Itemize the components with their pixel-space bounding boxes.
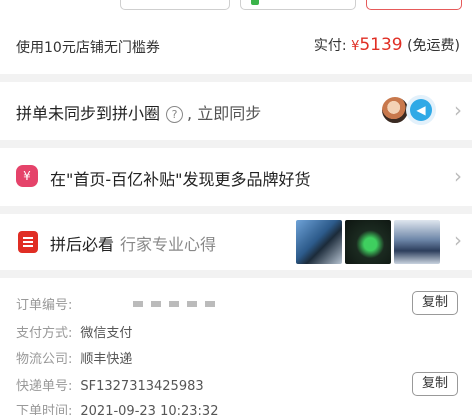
logistics-label: 物流公司: [16,352,73,367]
group-sync-text: 拼单未同步到拼小圈?, 立即同步 [16,100,261,124]
coupon-text: 使用10元店铺无门槛券 [16,40,160,56]
top-button-middle[interactable] [240,0,356,10]
paid-amount: 实付: ¥5139 (免运费) [314,35,460,55]
wechat-icon [251,0,259,5]
paid-value: 5139 [359,35,403,55]
sync-now-link[interactable]: , 立即同步 [187,104,261,123]
order-detail-page: 使用10元店铺无门槛券 实付: ¥5139 (免运费) 拼单未同步到拼小圈?, … [0,0,472,415]
logistics-value: 顺丰快递 [80,352,133,367]
chevron-right-icon: › [454,228,462,252]
chevron-right-icon: › [454,98,462,122]
payment-label: 支付方式: [16,326,73,341]
tracking-row: 快递单号: SF1327313425983 [16,375,204,394]
reviews-text: 拼后必看 行家专业心得 [50,231,216,255]
time-value: 2021-09-23 10:23:32 [80,404,219,415]
order-time-row: 下单时间: 2021-09-23 10:23:32 [16,400,218,415]
subsidy-promo-row[interactable]: ¥ 在"首页-百亿补贴"发现更多品牌好货 › [0,148,472,206]
chevron-right-icon: › [454,164,462,188]
order-number-row: 订单编号: [16,294,223,313]
time-label: 下单时间: [16,404,73,415]
promo-text: 在"首页-百亿补贴"发现更多品牌好货 [50,170,311,189]
paid-label: 实付: [313,38,347,54]
tracking-value: SF1327313425983 [80,379,204,394]
share-arrow-icon[interactable]: ◀ [406,95,436,125]
copy-order-number-button[interactable]: 复制 [412,291,458,315]
copy-tracking-button[interactable]: 复制 [412,372,458,396]
order-number-label: 订单编号: [16,298,73,313]
logistics-row: 物流公司: 顺丰快递 [16,348,132,367]
document-icon [18,231,38,253]
tracking-label: 快递单号: [16,379,73,394]
review-thumbnail[interactable] [345,220,391,264]
reviews-title: 拼后必看 [50,235,115,254]
shopping-bag-icon: ¥ [16,165,38,187]
payment-method-row: 支付方式: 微信支付 [16,322,132,341]
top-action-bar [0,0,472,20]
order-info-card: 订单编号: 复制 支付方式: 微信支付 物流公司: 顺丰快递 快递单号: SF1327… [0,278,472,415]
group-sync-label: 拼单未同步到拼小圈 [16,104,161,123]
payment-summary: 使用10元店铺无门槛券 实付: ¥5139 (免运费) [0,20,472,74]
reviews-subtitle: 行家专业心得 [120,235,217,254]
payment-value: 微信支付 [80,326,133,341]
shipping-note: (免运费) [407,38,460,54]
top-button-left[interactable] [120,0,230,10]
top-button-right[interactable] [366,0,462,10]
review-thumbnail[interactable] [394,220,440,264]
order-number-masked [132,298,223,313]
help-icon[interactable]: ? [166,106,184,123]
review-thumbnail[interactable] [296,220,342,264]
